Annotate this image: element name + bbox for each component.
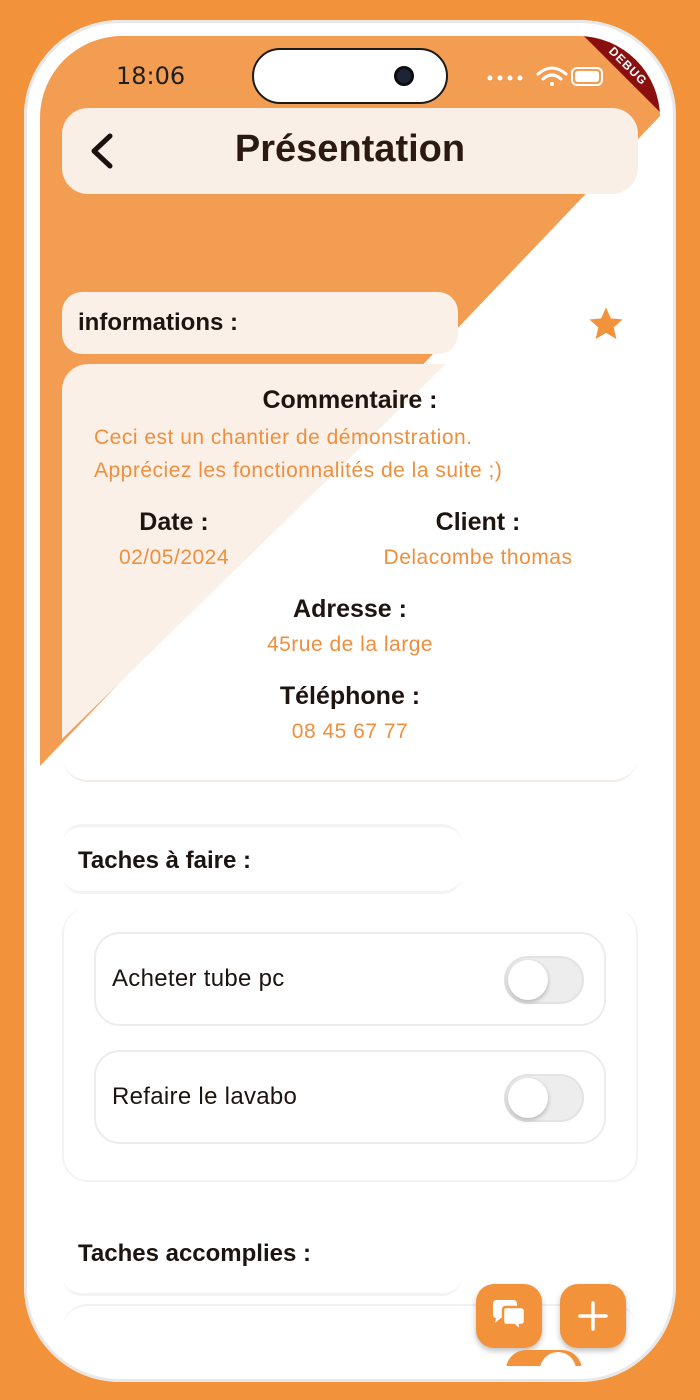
adresse-value: 45rue de la large xyxy=(266,633,434,656)
task-toggle[interactable] xyxy=(504,1074,584,1122)
chat-bubbles-icon xyxy=(493,1300,527,1335)
toggle-knob xyxy=(508,960,548,1000)
plus-icon xyxy=(578,1301,608,1331)
toggle-knob xyxy=(540,1352,576,1366)
client-label: Client : xyxy=(435,508,521,536)
completed-task-toggle[interactable] xyxy=(506,1350,582,1366)
date-label: Date : xyxy=(139,508,209,536)
task-row: Acheter tube pc xyxy=(94,932,606,1026)
camera-icon xyxy=(394,66,414,86)
taches-accomplies-header: Taches accomplies : xyxy=(62,1216,462,1296)
taches-accomplies-header-label: Taches accomplies : xyxy=(78,1240,311,1267)
status-bar: 18:06 DEBUG xyxy=(40,36,660,116)
taches-a-faire-header-label: Taches à faire : xyxy=(78,847,251,874)
informations-header-label: informations : xyxy=(78,309,238,336)
commentaire-line-2: Appréciez les fonctionnalités de la suit… xyxy=(94,459,503,482)
status-time: 18:06 xyxy=(116,62,186,90)
page-title: Présentation xyxy=(234,128,466,170)
phone-screen: 18:06 DEBUG Présentation informations: … xyxy=(40,36,660,1366)
date-value: 02/05/2024 xyxy=(118,546,230,569)
app-bar: Présentation xyxy=(62,108,638,194)
dynamic-island xyxy=(252,48,448,104)
telephone-label: Téléphone : xyxy=(279,682,421,710)
chevron-left-icon[interactable] xyxy=(78,126,128,176)
star-icon[interactable] xyxy=(586,304,626,344)
chat-button[interactable] xyxy=(476,1284,542,1348)
toggle-knob xyxy=(508,1078,548,1118)
signal-icon xyxy=(487,75,523,81)
add-button[interactable] xyxy=(560,1284,626,1348)
task-row: Refaire le lavabo xyxy=(94,1050,606,1144)
task-toggle[interactable] xyxy=(504,956,584,1004)
telephone-value[interactable]: 08 45 67 77 xyxy=(40,720,660,744)
wifi-icon xyxy=(536,66,568,86)
task-label: Refaire le lavabo xyxy=(112,1083,298,1110)
informations-header: informations : xyxy=(62,292,458,354)
task-label: Acheter tube pc xyxy=(112,965,285,992)
adresse-label: Adresse : xyxy=(293,595,407,623)
commentaire-label: Commentaire : xyxy=(262,386,438,414)
debug-label: DEBUG xyxy=(578,36,660,116)
commentaire-line-1: Ceci est un chantier de démonstration. xyxy=(94,426,473,449)
taches-a-faire-header: Taches à faire : xyxy=(62,824,462,894)
client-value: Delacombe thomas xyxy=(383,546,573,569)
